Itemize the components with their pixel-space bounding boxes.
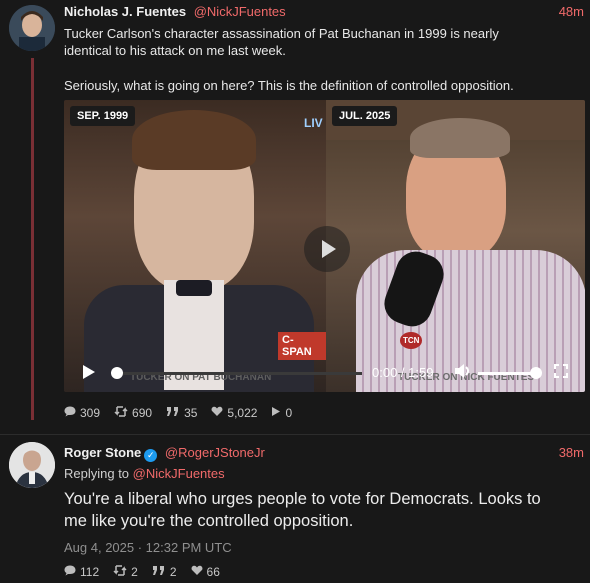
time-display: 0:00 / 1:59 (372, 365, 434, 380)
reply-count: 309 (80, 406, 101, 420)
comment-icon (64, 565, 76, 579)
tweet-header: Nicholas J. Fuentes @NickJFuentes (64, 4, 286, 19)
retweet-stat[interactable]: 2 (113, 565, 138, 579)
replying-to: Replying to @NickJFuentes (64, 466, 225, 481)
tweet-time[interactable]: 48m (559, 4, 584, 19)
tweet-text-line-1: Tucker Carlson's character assassination… (64, 26, 499, 41)
quote-icon (152, 565, 166, 579)
verified-badge-icon: ✓ (144, 449, 158, 462)
tag-right: JUL. 2025 (332, 106, 398, 126)
hair-right (410, 118, 510, 158)
retweet-icon (114, 406, 128, 420)
like-count: 66 (206, 565, 220, 579)
author-handle[interactable]: @NickJFuentes (194, 4, 286, 19)
reply-stat[interactable]: 112 (64, 565, 99, 579)
author-name[interactable]: Roger Stone (64, 445, 141, 460)
tag-left: SEP. 1999 (70, 106, 136, 126)
like-stat[interactable]: 66 (191, 565, 220, 579)
views-count: 0 (285, 406, 293, 420)
heart-icon (191, 565, 203, 579)
avatar-image (9, 442, 55, 488)
quote-count: 2 (169, 565, 177, 579)
views-stat[interactable]: 0 (271, 406, 292, 420)
retweet-count: 2 (131, 565, 138, 579)
avatar-image (9, 5, 55, 51)
volume-handle[interactable] (530, 367, 542, 379)
like-stat[interactable]: 5,022 (211, 406, 257, 420)
author-name[interactable]: Nicholas J. Fuentes (64, 4, 186, 19)
video-frame-right: TCN TUCKER ON NICK FUENTES JUL. 2025 (326, 100, 585, 392)
progress-handle[interactable] (111, 367, 123, 379)
quote-stat[interactable]: 2 (152, 565, 177, 579)
volume-slider[interactable] (478, 372, 536, 375)
play-icon (271, 406, 281, 420)
quote-count: 35 (184, 406, 198, 420)
tweet-rogerjstonejr: Roger Stone ✓ @RogerJStoneJr 38m Replying… (0, 436, 590, 583)
divider (0, 434, 590, 435)
hair-left (132, 110, 256, 170)
quote-icon (166, 406, 180, 420)
tweet-text-line-2: me like you're the controlled opposition… (64, 512, 354, 530)
author-handle[interactable]: @RogerJStoneJr (165, 445, 265, 460)
bowtie-left (176, 280, 212, 296)
tweet-text-line-3: Seriously, what is going on here? This i… (64, 78, 514, 93)
retweet-stat[interactable]: 690 (114, 406, 152, 420)
video-player[interactable]: C-SPAN LIV TUCKER ON PAT BUCHANAN SEP. 1… (64, 100, 585, 392)
heart-icon (211, 406, 223, 420)
like-count: 5,022 (227, 406, 258, 420)
quote-stat[interactable]: 35 (166, 406, 197, 420)
reply-count: 112 (80, 565, 100, 579)
progress-bar[interactable] (114, 372, 362, 375)
tweet-nickjfuentes: Nicholas J. Fuentes @NickJFuentes 48m Tu… (0, 0, 590, 430)
play-overlay-button[interactable] (304, 226, 350, 272)
video-frame-left: C-SPAN LIV TUCKER ON PAT BUCHANAN SEP. 1… (64, 100, 326, 392)
avatar[interactable] (9, 442, 55, 488)
volume-icon[interactable] (454, 363, 472, 382)
replying-handle[interactable]: @NickJFuentes (133, 466, 225, 481)
tweet-time[interactable]: 38m (559, 445, 584, 460)
retweet-count: 690 (132, 406, 153, 420)
tweet-date[interactable]: Aug 4, 2025 · 12:32 PM UTC (64, 540, 232, 555)
fullscreen-icon[interactable] (554, 364, 568, 381)
avatar[interactable] (9, 5, 55, 51)
reply-stat[interactable]: 309 (64, 406, 100, 420)
comment-icon (64, 406, 76, 420)
replying-label: Replying to (64, 466, 130, 481)
tweet-header: Roger Stone ✓ @RogerJStoneJr (64, 445, 265, 462)
retweet-icon (113, 565, 127, 579)
video-controls: 0:00 / 1:59 (64, 352, 585, 392)
tweet-stats: 112 2 2 66 (64, 565, 220, 579)
tweet-stats: 309 690 35 5,022 0 (64, 406, 292, 420)
tweet-text-line-1: You're a liberal who urges people to vot… (64, 490, 541, 508)
live-label: LIV (304, 116, 323, 130)
play-icon[interactable] (82, 364, 96, 383)
thread-line (31, 58, 34, 420)
tweet-text-line-2: identical to his attack on me last week. (64, 43, 286, 58)
